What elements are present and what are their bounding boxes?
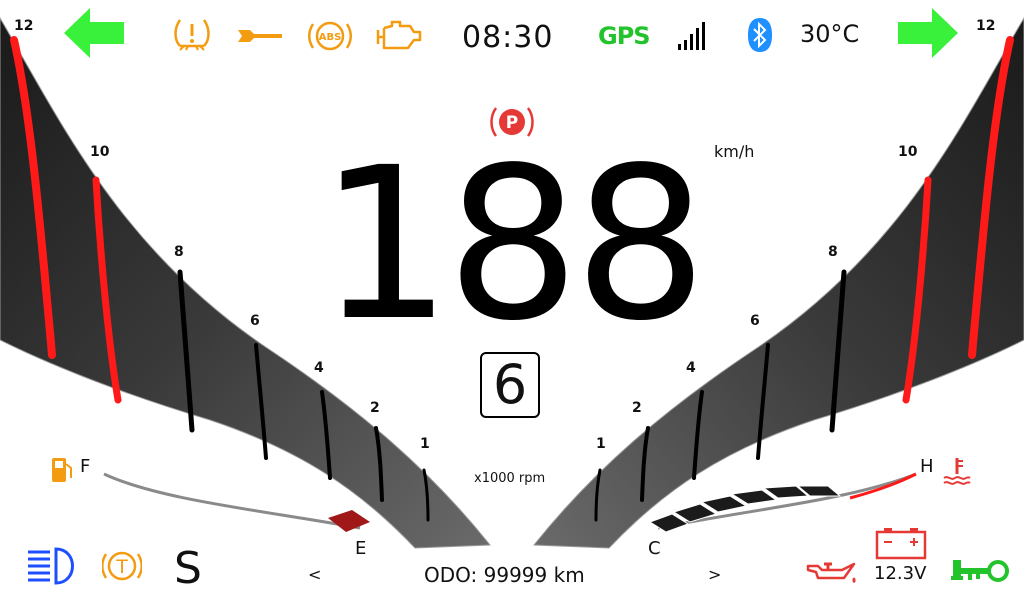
tach-tick-label-right-12: 12 <box>976 18 996 34</box>
fuel-empty-label: E <box>355 538 367 559</box>
temp-cold-label: C <box>648 538 661 559</box>
tire-pressure-icon <box>174 19 210 51</box>
odo-prev-button[interactable]: < <box>308 565 321 584</box>
abs-icon: ABS <box>308 21 352 51</box>
signal-strength-icon <box>678 22 705 50</box>
ride-mode-indicator: S <box>174 543 202 594</box>
outside-temperature: 30°C <box>800 20 860 48</box>
speed-readout: 188 <box>318 122 708 367</box>
engine-icon <box>376 20 422 50</box>
fuel-gauge-level <box>328 510 370 532</box>
fuel-gauge-track <box>103 472 361 530</box>
battery-icon <box>875 528 927 560</box>
tach-tick-label-right-1: 1 <box>596 436 606 452</box>
gps-indicator: GPS <box>598 22 651 50</box>
headlight-icon[interactable] <box>26 546 80 586</box>
coolant-temp-icon <box>943 458 971 485</box>
tach-tick-label-left-12: 12 <box>14 18 34 34</box>
bluetooth-icon <box>748 18 772 52</box>
tach-tick-label-left-6: 6 <box>250 313 260 329</box>
clock: 08:30 <box>462 20 554 55</box>
turn-right-arrow-icon[interactable] <box>898 8 958 58</box>
status-bar: 12 ABS 08:30 GPS 30°C 12 <box>0 0 1024 70</box>
tach-tick-label-right-10: 10 <box>898 144 918 160</box>
key-icon <box>951 560 1009 582</box>
tach-tick-label-right-2: 2 <box>632 400 642 416</box>
tach-tick-label-left-10: 10 <box>90 144 110 160</box>
tach-tick-label-left-8: 8 <box>174 244 184 260</box>
fuel-full-label: F <box>80 456 91 477</box>
oil-pressure-icon <box>806 562 856 583</box>
fuel-pump-icon <box>52 458 72 482</box>
odometer: ODO: 99999 km <box>424 563 585 587</box>
temp-hot-label: H <box>920 456 934 477</box>
battery-voltage: 12.3V <box>874 563 927 584</box>
svg-text:T: T <box>115 556 128 578</box>
tach-tick-label-right-6: 6 <box>750 313 760 329</box>
gear-indicator: 6 <box>480 352 540 418</box>
rpm-label: x1000 rpm <box>474 471 546 486</box>
speed-unit: km/h <box>714 142 755 161</box>
wrench-icon <box>238 30 282 42</box>
turn-left-arrow-icon[interactable] <box>64 8 124 58</box>
tach-tick-label-left-2: 2 <box>370 400 380 416</box>
svg-text:ABS: ABS <box>319 32 342 43</box>
temp-gauge-level <box>648 485 842 533</box>
tach-tick-label-right-8: 8 <box>828 244 838 260</box>
traction-control-icon[interactable]: T <box>102 546 142 586</box>
tach-tick-label-left-1: 1 <box>420 436 430 452</box>
odo-next-button[interactable]: > <box>708 565 721 584</box>
